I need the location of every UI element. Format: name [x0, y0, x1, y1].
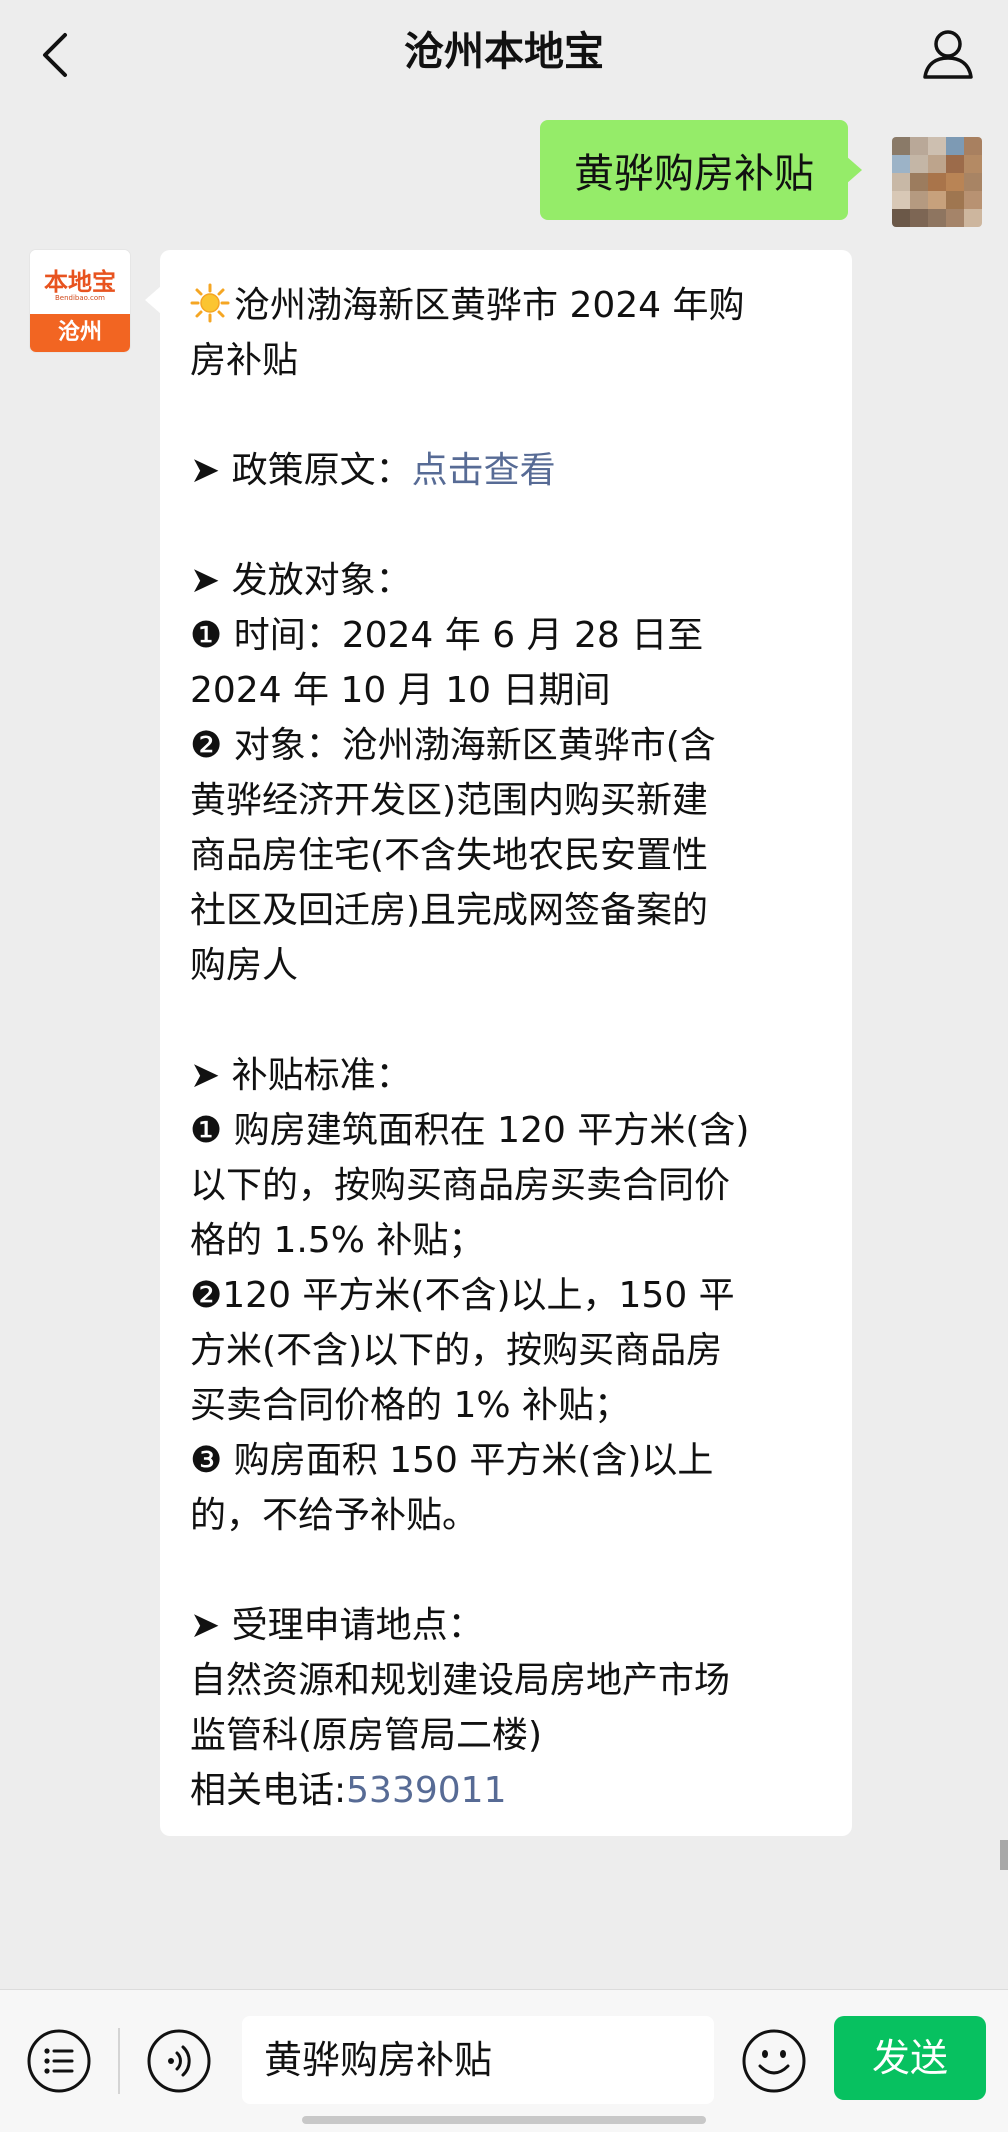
location-heading: ➤ 受理申请地点：	[190, 1605, 484, 1646]
sun-icon	[190, 283, 230, 323]
sender-avatar[interactable]: 本地宝 Bendibao.com 沧州	[30, 250, 130, 352]
emoji-icon	[742, 2029, 806, 2093]
emoji-button[interactable]	[741, 2028, 807, 2094]
logo-text: 本地宝	[44, 267, 116, 296]
standard-line: ❶ 购房建筑面积在 120 平方米(含)	[190, 1110, 750, 1151]
standard-line: 格的 1.5% 补贴；	[190, 1220, 485, 1261]
phone-label: 相关电话:	[190, 1770, 347, 1811]
target-line: 2024 年 10 月 10 日期间	[190, 670, 611, 711]
home-indicator[interactable]	[302, 2116, 706, 2124]
my-avatar[interactable]	[892, 137, 982, 227]
divider	[118, 2028, 120, 2094]
target-line: 商品房住宅(不含失地农民安置性	[190, 835, 709, 876]
menu-button[interactable]	[26, 2028, 92, 2094]
list-menu-icon	[27, 2029, 91, 2093]
target-line: 社区及回迁房)且完成网签备案的	[190, 890, 709, 931]
send-button[interactable]: 发送	[834, 2016, 986, 2100]
policy-row: ➤ 政策原文：点击查看	[190, 443, 822, 498]
standard-line: ❷120 平方米(不含)以上，150 平	[190, 1275, 735, 1316]
logo-subtext: Bendibao.com	[54, 294, 105, 302]
target-line: 购房人	[190, 945, 299, 986]
target-line: ❶ 时间：2024 年 6 月 28 日至	[190, 615, 704, 656]
chat-title: 沧州本地宝	[404, 29, 604, 75]
chat-header: 沧州本地宝	[0, 0, 1008, 108]
target-line: ❷ 对象：沧州渤海新区黄骅市(含	[190, 725, 716, 766]
location-line: 自然资源和规划建设局房地产市场	[190, 1660, 731, 1701]
standard-line: 的，不给予补贴。	[190, 1495, 479, 1536]
policy-link[interactable]: 点击查看	[412, 450, 556, 491]
title-line-2: 房补贴	[190, 340, 299, 381]
person-icon	[923, 30, 973, 79]
standard-line: ❸ 购房面积 150 平方米(含)以上	[190, 1440, 714, 1481]
bendibao-logo: 本地宝 Bendibao.com	[30, 250, 130, 314]
location-line: 监管科(原房管局二楼)	[190, 1715, 543, 1756]
outgoing-message-bubble[interactable]: 黄骅购房补贴	[540, 120, 862, 220]
phone-row: 相关电话:5339011	[190, 1763, 822, 1818]
outgoing-message-text: 黄骅购房补贴	[574, 151, 814, 197]
standard-line: 以下的，按购买商品房买卖合同价	[190, 1165, 731, 1206]
target-line: 黄骅经济开发区)范围内购买新建	[190, 780, 709, 821]
incoming-message-bubble[interactable]: 沧州渤海新区黄骅市 2024 年购 房补贴 ➤ 政策原文：点击查看 ➤ 发放对象…	[145, 250, 852, 1836]
policy-label: ➤ 政策原文：	[190, 450, 412, 491]
standard-line: 买卖合同价格的 1% 补贴；	[190, 1385, 630, 1426]
target-heading: ➤ 发放对象：	[190, 560, 412, 601]
voice-button[interactable]	[146, 2028, 212, 2094]
scrollbar[interactable]	[1000, 1840, 1008, 1870]
phone-number-link[interactable]: 5339011	[346, 1770, 506, 1811]
standard-heading: ➤ 补贴标准：	[190, 1055, 412, 1096]
standard-line: 方米(不含)以下的，按购买商品房	[190, 1330, 723, 1371]
logo-city: 沧州	[30, 314, 130, 352]
input-bar: 黄骅购房补贴 发送	[0, 1989, 1008, 2132]
voice-icon	[147, 2029, 211, 2093]
title-line-1: 沧州渤海新区黄骅市 2024 年购	[234, 285, 745, 326]
message-input[interactable]: 黄骅购房补贴	[242, 2016, 714, 2104]
chat-info-button[interactable]	[918, 24, 978, 84]
message-title: 沧州渤海新区黄骅市 2024 年购	[190, 278, 822, 333]
